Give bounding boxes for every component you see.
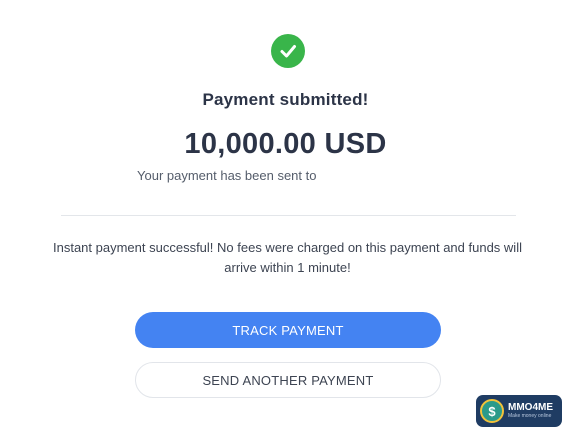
instant-payment-message: Instant payment successful! No fees were…: [53, 240, 522, 275]
mmo4me-watermark: $ MMO4ME Make money online: [476, 395, 562, 427]
check-circle-icon: [271, 34, 305, 68]
payment-recipient-text: Your payment has been sent to: [137, 168, 317, 183]
divider: [61, 215, 516, 216]
watermark-name: MMO4ME: [508, 402, 553, 413]
send-another-payment-button[interactable]: SEND ANOTHER PAYMENT: [135, 362, 441, 398]
watermark-tagline: Make money online: [508, 413, 552, 419]
watermark-text: MMO4ME Make money online: [508, 402, 553, 420]
payment-status-title: Payment submitted!: [202, 90, 369, 109]
recipient-redacted: [333, 172, 443, 190]
track-payment-button[interactable]: TRACK PAYMENT: [135, 312, 441, 348]
checkmark-icon: [280, 45, 296, 58]
payment-amount: 10,000.00 USD: [184, 128, 387, 160]
dollar-logo-icon: $: [480, 399, 504, 423]
